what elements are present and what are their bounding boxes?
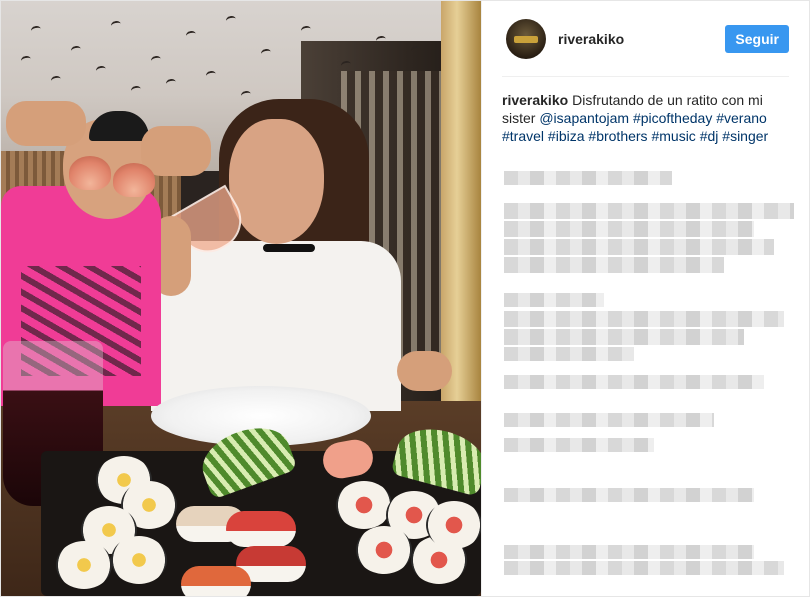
blurred-comment xyxy=(504,545,754,559)
hashtag-link[interactable]: #travel xyxy=(502,128,544,144)
avatar[interactable] xyxy=(506,18,546,59)
hashtag-link[interactable]: #music xyxy=(651,128,695,144)
hashtag-link[interactable]: #verano xyxy=(716,110,767,126)
choker-necklace xyxy=(263,244,315,252)
blurred-comment xyxy=(504,347,634,361)
sushi-roll xyxy=(56,541,112,589)
shell-eyeglass xyxy=(113,163,155,197)
blurred-comment xyxy=(504,203,794,219)
post-header: riverakiko Seguir xyxy=(502,1,789,77)
caption: riverakiko Disfrutando de un ratito con m… xyxy=(502,91,789,145)
nigiri xyxy=(181,566,251,596)
hashtag-link[interactable]: #dj xyxy=(700,128,719,144)
sushi-roll xyxy=(336,481,392,529)
comments-blurred xyxy=(504,163,794,583)
blurred-comment xyxy=(504,375,764,389)
username-link[interactable]: riverakiko xyxy=(558,31,624,47)
hashtag-link[interactable]: #picoftheday xyxy=(633,110,712,126)
blurred-comment xyxy=(504,561,784,575)
blurred-comment xyxy=(504,488,754,502)
blurred-comment xyxy=(504,413,714,427)
sushi-roll xyxy=(356,526,412,574)
blurred-comment xyxy=(504,221,754,237)
golden-pillar xyxy=(441,1,481,401)
hashtag-link[interactable]: @isapantojam xyxy=(539,110,629,126)
woman-hand xyxy=(397,351,452,391)
shell-eyeglass xyxy=(69,156,111,190)
post-photo[interactable] xyxy=(1,1,481,596)
sushi-roll xyxy=(111,536,167,584)
hashtag-link[interactable]: #ibiza xyxy=(548,128,585,144)
blurred-comment xyxy=(504,171,672,185)
blurred-comment xyxy=(504,293,604,307)
man-hand xyxy=(141,126,211,176)
hashtag-link[interactable]: #singer xyxy=(722,128,768,144)
sushi-roll xyxy=(426,501,481,549)
man-hand xyxy=(6,101,86,146)
post-sidebar: riverakiko Seguir riverakiko Disfrutando … xyxy=(481,1,809,596)
blurred-comment xyxy=(504,329,744,345)
instagram-post: riverakiko Seguir riverakiko Disfrutando … xyxy=(0,0,810,597)
blurred-comment xyxy=(504,311,784,327)
blurred-comment xyxy=(504,438,654,452)
follow-button[interactable]: Seguir xyxy=(725,24,789,53)
caption-username[interactable]: riverakiko xyxy=(502,92,568,108)
woman-face xyxy=(229,119,324,244)
blurred-comment xyxy=(504,257,724,273)
nigiri xyxy=(226,511,296,547)
blurred-comment xyxy=(504,239,774,255)
hashtag-link[interactable]: #brothers xyxy=(588,128,647,144)
